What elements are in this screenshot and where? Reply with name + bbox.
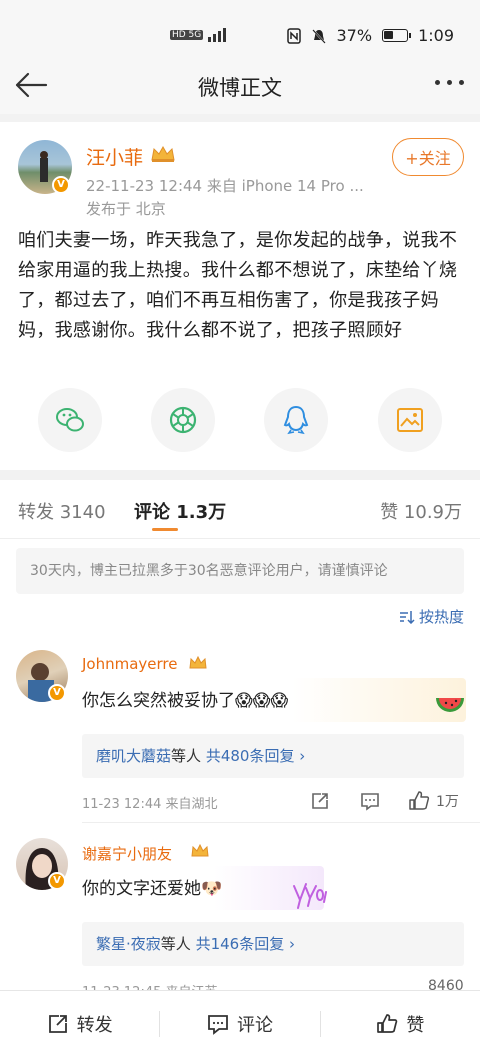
divider bbox=[82, 822, 480, 823]
member-crown-icon bbox=[188, 654, 208, 676]
verified-badge-icon: V bbox=[48, 872, 66, 890]
yyds-sticker-icon bbox=[292, 880, 328, 914]
reply-preview[interactable]: 繁星·夜寂等人 共146条回复 › bbox=[82, 922, 464, 966]
tab-repost[interactable]: 转发 3140 bbox=[18, 498, 106, 524]
comment-notice: 30天内，博主已拉黑多于30名恶意评论用户，请谨慎评论 bbox=[16, 548, 464, 594]
reply-count[interactable]: 共480条回复 bbox=[206, 747, 295, 765]
nfc-icon bbox=[286, 27, 301, 44]
post-location: 发布于 北京 bbox=[86, 200, 166, 218]
reply-count[interactable]: 共146条回复 bbox=[196, 935, 285, 953]
save-image-icon bbox=[397, 408, 423, 432]
clock: 1:09 bbox=[418, 26, 454, 45]
repost-label: 转发 bbox=[76, 1014, 113, 1036]
divider bbox=[0, 470, 480, 480]
like-count: 1万 bbox=[436, 794, 459, 810]
reply-users[interactable]: 繁星·夜寂 bbox=[96, 935, 161, 953]
qq-icon bbox=[283, 405, 309, 435]
page-title: 微博正文 bbox=[198, 76, 282, 100]
watermelon-icon bbox=[434, 692, 466, 724]
share-moments-button[interactable] bbox=[151, 388, 215, 452]
moments-icon bbox=[169, 406, 197, 434]
save-image-button[interactable] bbox=[378, 388, 442, 452]
comment-meta: 11-23 12:44 来自湖北 bbox=[82, 797, 218, 812]
member-crown-icon bbox=[190, 842, 210, 864]
mute-bell-icon bbox=[311, 28, 326, 44]
reply-comment-button[interactable] bbox=[360, 791, 380, 815]
thumbs-up-icon bbox=[377, 1013, 398, 1033]
sort-icon bbox=[399, 610, 415, 624]
chevron-right-icon: › bbox=[289, 935, 295, 953]
comment-text: 你怎么突然被妥协了😱😱😱 bbox=[82, 691, 289, 711]
repost-icon bbox=[312, 793, 328, 809]
repost-icon bbox=[48, 1014, 67, 1033]
status-right: 37% 1:09 bbox=[286, 26, 454, 45]
comment-button[interactable]: 评论 bbox=[160, 991, 319, 1056]
comment-label: 评论 bbox=[236, 1014, 273, 1036]
network-indicator: HD 5G bbox=[170, 28, 227, 42]
comment-icon bbox=[208, 1014, 228, 1035]
active-tab-indicator bbox=[152, 528, 178, 531]
thumbs-up-icon bbox=[409, 791, 430, 810]
sort-by-hot-button[interactable]: 按热度 bbox=[399, 606, 464, 627]
repost-comment-button[interactable] bbox=[310, 791, 330, 815]
battery-icon bbox=[382, 29, 412, 42]
like-comment-button[interactable]: 1万 bbox=[408, 790, 459, 812]
battery-percent: 37% bbox=[336, 26, 373, 45]
comment-text: 你的文字还爱她🐶 bbox=[82, 879, 223, 899]
tab-comments[interactable]: 评论 1.3万 bbox=[134, 498, 226, 524]
repost-button[interactable]: 转发 bbox=[0, 991, 159, 1056]
commenter-name[interactable]: Johnmayerre bbox=[82, 655, 178, 673]
like-label: 赞 bbox=[406, 1014, 425, 1036]
sort-label: 按热度 bbox=[418, 608, 464, 626]
signal-icon bbox=[208, 28, 227, 42]
post-time-source: 22-11-23 12:44 来自 iPhone 14 Pro ... bbox=[86, 177, 364, 195]
share-wechat-button[interactable] bbox=[38, 388, 102, 452]
follow-button[interactable]: +关注 bbox=[392, 138, 464, 176]
reply-mid: 等人 bbox=[160, 935, 191, 953]
share-qq-button[interactable] bbox=[264, 388, 328, 452]
reply-mid: 等人 bbox=[171, 747, 202, 765]
verified-badge-icon: V bbox=[48, 684, 66, 702]
bottom-action-bar: 转发 评论 赞 bbox=[0, 990, 480, 1056]
divider bbox=[0, 114, 480, 122]
chevron-right-icon: › bbox=[299, 747, 306, 765]
reply-users[interactable]: 磨叽大蘑菇 bbox=[96, 747, 171, 765]
commenter-name[interactable]: 谢嘉宁小朋友 bbox=[82, 843, 172, 864]
more-options-button[interactable] bbox=[435, 80, 464, 85]
crown-icon bbox=[150, 144, 176, 168]
author-name[interactable]: 汪小菲 bbox=[86, 143, 143, 170]
reply-preview[interactable]: 磨叽大蘑菇等人 共480条回复 › bbox=[82, 734, 464, 778]
tab-likes[interactable]: 赞 10.9万 bbox=[380, 498, 462, 524]
like-button[interactable]: 赞 bbox=[321, 991, 480, 1056]
divider bbox=[0, 538, 480, 539]
verified-badge-icon: V bbox=[52, 176, 70, 194]
wechat-icon bbox=[56, 408, 84, 432]
comment-icon bbox=[361, 793, 379, 811]
post-body: 咱们夫妻一场，昨天我急了，是你发起的战争，说我不给家用逼的我上热搜。我什么都不想… bbox=[18, 230, 458, 341]
network-text: HD 5G bbox=[170, 30, 204, 40]
